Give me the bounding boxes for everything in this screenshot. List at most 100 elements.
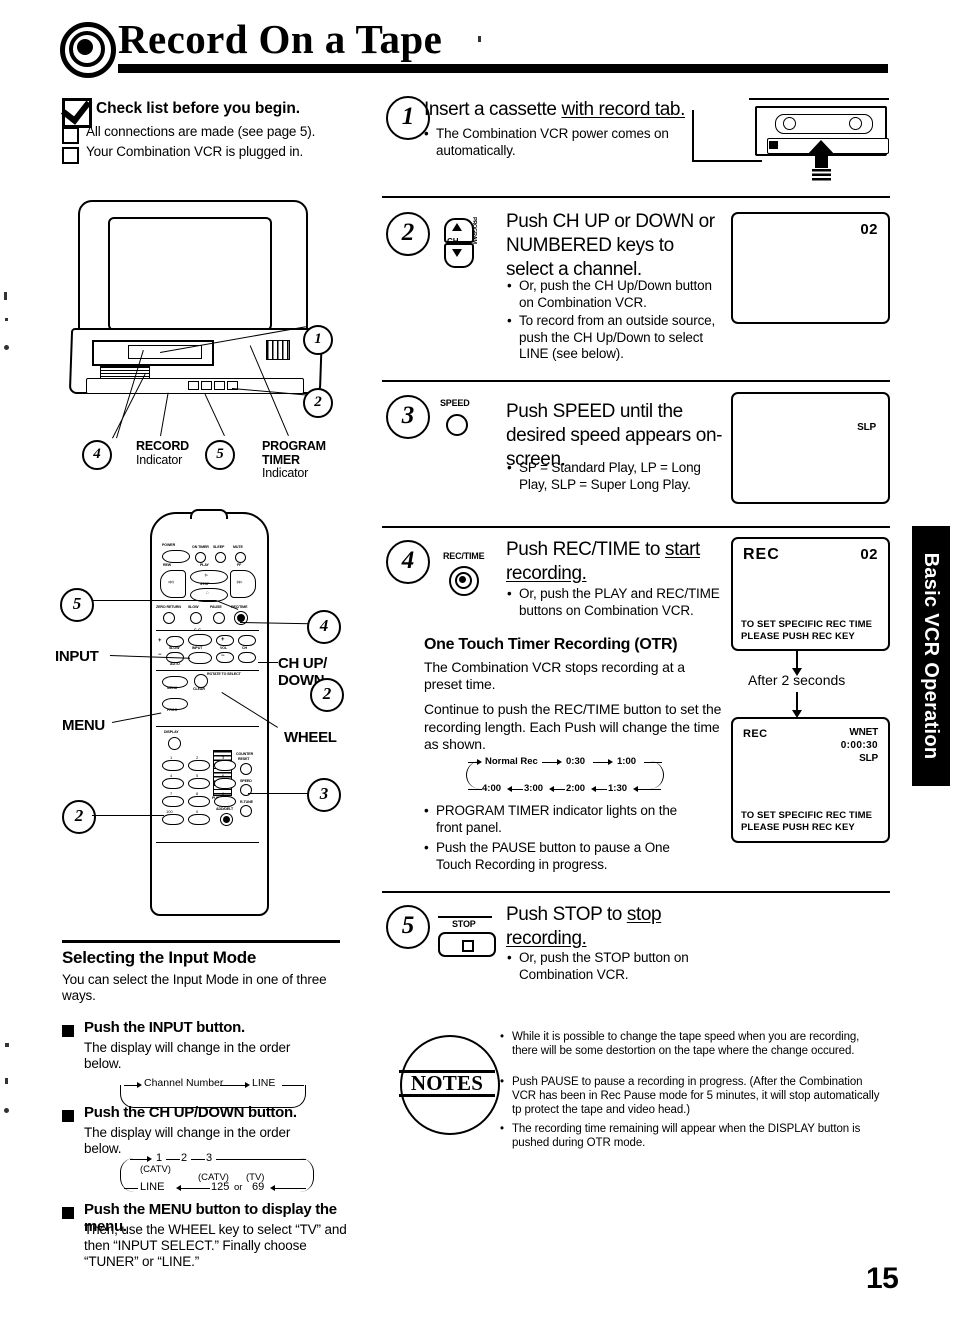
otr-cycle-bottom-1: 4:00 <box>482 783 502 794</box>
record-indicator-label: RECORD Indicator <box>136 439 189 467</box>
osd-channel-number: 02 <box>860 221 878 238</box>
program-timer-label: PROGRAM TIMER Indicator <box>262 439 326 481</box>
osd2-time: 0:00:30 <box>840 740 878 751</box>
ch-icon-label: CH <box>447 237 459 246</box>
flow1-label-a: Channel Number <box>144 1077 224 1089</box>
bullet-dot-icon: • <box>507 586 512 601</box>
osd1-footer-1: TO SET SPECIFIC REC TIME <box>741 619 873 630</box>
input-mode-intro: You can select the Input Mode in one of … <box>62 972 327 1003</box>
step-4-number: 4 <box>386 540 430 584</box>
bullet-dot-icon: • <box>500 1031 504 1043</box>
checklist-heading: Check list before you begin. <box>96 100 300 117</box>
page-title: Record On a Tape <box>118 16 443 62</box>
osd2-speed: SLP <box>859 753 878 764</box>
record-label-text: RECORD <box>136 439 189 453</box>
side-tab-label: Basic VCR Operation <box>920 552 942 760</box>
otr-bullet-2: • Push the PAUSE button to pause a One T… <box>424 840 706 873</box>
notes-label: NOTES <box>410 1071 484 1095</box>
side-tab-basic-vcr-operation: Basic VCR Operation <box>912 526 950 786</box>
input-mode-bullet-3-sub: Then, use the WHEEL key to select “TV” a… <box>84 1222 347 1269</box>
scan-artifact <box>5 1078 8 1084</box>
osd1-channel: 02 <box>860 546 878 563</box>
bullet-dot-icon: • <box>424 840 429 855</box>
otr-bullet-1-text: PROGRAM TIMER indicator lights on the fr… <box>436 803 678 835</box>
flow1-label-b: LINE <box>252 1077 276 1089</box>
flow2-bottom-or: or <box>234 1182 243 1193</box>
step-3-bullet-1: • SP = Standard Play, LP = Long Play, SL… <box>507 460 731 493</box>
rec-time-button-label: REC/TIME <box>443 551 485 561</box>
flow2-note-catv1: (CATV) <box>140 1164 171 1175</box>
remote-callout-5: 5 <box>60 588 94 622</box>
step-5-title-pre: Push STOP to <box>506 904 627 925</box>
checkbox-icon <box>62 147 79 164</box>
record-tab-leader <box>692 110 694 162</box>
remote-callout-4: 4 <box>307 610 341 644</box>
osd-transition-label: After 2 seconds <box>748 672 846 688</box>
remote-callout-2-keypad: 2 <box>62 800 96 834</box>
ch-updown-line1: CH UP/ <box>278 655 328 672</box>
header-rule <box>118 64 888 73</box>
step-1-title-pre: Insert a cassette <box>424 99 562 120</box>
bullet-dot-icon: • <box>500 1076 504 1088</box>
otr-cycle-bottom-2: 3:00 <box>524 783 544 794</box>
scan-artifact <box>5 1043 9 1047</box>
program-label2-text: TIMER <box>262 452 300 467</box>
scan-artifact <box>4 345 9 350</box>
step-4-osd-screen-2: REC WNET 0:00:30 SLP TO SET SPECIFIC REC… <box>731 717 890 843</box>
otr-cycle-bottom-3: 2:00 <box>566 783 586 794</box>
step-5-bullet-1-text: Or, push the STOP button on Combination … <box>519 950 689 982</box>
flow2-top-2: 2 <box>181 1152 188 1164</box>
speed-button-label: SPEED <box>440 398 470 408</box>
bullet-dot-icon: • <box>424 803 429 818</box>
scan-artifact <box>478 36 481 42</box>
remote-input-label: INPUT <box>55 648 99 665</box>
step-5-number: 5 <box>386 905 430 949</box>
step-4-title: Push REC/TIME to start recording. <box>506 538 726 586</box>
step-1-bullet-1: • The Combination VCR power comes on aut… <box>424 126 696 159</box>
scan-artifact <box>4 1108 9 1113</box>
step-3-bullet-1-text: SP = Standard Play, LP = Long Play, SLP … <box>519 460 701 492</box>
scan-artifact <box>5 318 8 321</box>
input-mode-rule <box>62 940 340 943</box>
osd2-mode: REC <box>743 728 768 740</box>
step-divider-4 <box>382 891 890 894</box>
osd2-network: WNET <box>849 727 878 738</box>
bullet-dot-icon: • <box>507 278 512 293</box>
step-2-bullet-1-text: Or, push the CH Up/Down button on Combin… <box>519 278 712 310</box>
step-1-title-underlined: with record tab. <box>561 99 685 120</box>
osd2-footer-1: TO SET SPECIFIC REC TIME <box>741 810 873 821</box>
ch-up-down-button-icon: CH PROGRAM <box>444 217 477 268</box>
step-4-bullet-1-text: Or, push the PLAY and REC/TIME buttons o… <box>519 586 720 618</box>
ch-icon-side-label: PROGRAM <box>471 217 477 244</box>
notes-badge-icon: NOTES <box>399 1035 500 1135</box>
step-3-number: 3 <box>386 395 430 439</box>
step-4-osd-screen-1: REC 02 TO SET SPECIFIC REC TIME PLEASE P… <box>731 537 890 651</box>
osd-transition-arrow-2 <box>792 692 802 718</box>
remote-wheel-label: WHEEL <box>284 729 337 746</box>
osd1-footer-2: PLEASE PUSH REC KEY <box>741 631 855 642</box>
step-2-bullet-2: • To record from an outside source, push… <box>507 313 719 363</box>
input-mode-bullet-2-title: Push the CH UP/DOWN button. <box>84 1104 297 1121</box>
step-2-bullet-2-text: To record from an outside source, push t… <box>519 313 716 361</box>
note-item-1-text: While it is possible to change the tape … <box>512 1031 860 1057</box>
otr-cycle-top-1: Normal Rec <box>485 756 538 767</box>
scan-artifact <box>4 292 7 300</box>
otr-cycle-top-2: 0:30 <box>566 756 586 767</box>
remote-control-illustration: POWER REW ON TIMER SLEEP MUTE ◁◁ PLAY ▷ … <box>150 509 269 916</box>
step-divider-3 <box>382 526 890 529</box>
bullet-square-icon <box>62 1110 74 1122</box>
manual-page: Record On a Tape Check list before you b… <box>0 0 954 1321</box>
insert-arrow-icon <box>806 140 836 184</box>
stop-button-icon <box>438 932 496 957</box>
otr-paragraph-2: Continue to push the REC/TIME button to … <box>424 701 722 752</box>
flow2-bottom-125: 125 <box>211 1181 230 1193</box>
stop-button-label: STOP <box>452 919 476 929</box>
tv-vcr-illustration <box>68 200 345 400</box>
otr-cycle-top-3: 1:00 <box>617 756 637 767</box>
checklist-item-1: All connections are made (see page 5). <box>86 124 316 139</box>
step-divider-1 <box>382 196 890 199</box>
step-3-osd-screen: SLP <box>731 392 890 504</box>
input-flow-diagram-2: 1 2 3 (CATV) (CATV) (TV) LINE 125 or 69 <box>110 1150 325 1198</box>
bullet-dot-icon: • <box>507 460 512 475</box>
step-4-bullet-1: • Or, push the PLAY and REC/TIME buttons… <box>507 586 731 619</box>
